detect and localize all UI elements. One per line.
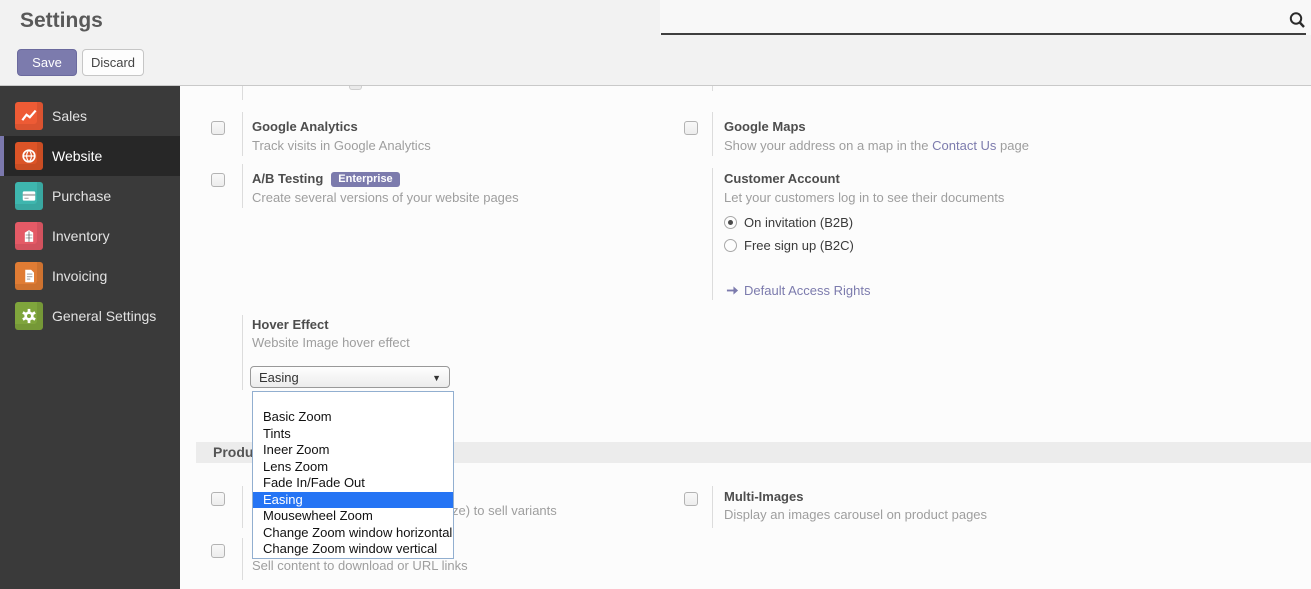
scroll-remnant-checkbox [349,86,362,90]
multi-images-checkbox[interactable] [684,492,698,506]
radio-button-icon[interactable] [724,239,737,252]
block-separator [242,164,243,208]
block-separator [712,168,713,300]
dropdown-option[interactable]: Basic Zoom [253,409,453,426]
dropdown-option[interactable]: Change Zoom window horizontal [253,525,453,542]
arrow-right-icon [726,284,739,297]
ab-testing-description: Create several versions of your website … [252,190,519,205]
sidebar-item-inventory[interactable]: Inventory [0,216,180,256]
title-text: A/B Testing [252,171,323,186]
purchase-card-icon [15,182,43,210]
invoicing-document-icon [15,262,43,290]
top-header: Settings Save Discard [0,0,1311,86]
discard-button[interactable]: Discard [82,49,144,76]
google-maps-checkbox[interactable] [684,121,698,135]
inventory-building-icon [15,222,43,250]
hover-effect-title: Hover Effect [252,317,329,332]
variants-checkbox[interactable] [211,492,225,506]
save-button[interactable]: Save [17,49,77,76]
settings-content: Google Analytics Track visits in Google … [180,86,1311,589]
block-separator [242,112,243,156]
block-separator [712,486,713,528]
sidebar-item-label: General Settings [52,308,156,324]
sidebar-item-invoicing[interactable]: Invoicing [0,256,180,296]
dropdown-option[interactable]: Tints [253,426,453,443]
radio-free-signup[interactable]: Free sign up (B2C) [724,238,854,253]
description-text: Show your address on a map in the [724,138,932,153]
customer-account-title: Customer Account [724,171,840,186]
multi-images-description: Display an images carousel on product pa… [724,507,987,522]
default-access-rights-link[interactable]: Default Access Rights [726,283,870,298]
sidebar-item-label: Sales [52,108,87,124]
chevron-down-icon: ▼ [432,373,441,383]
radio-on-invitation[interactable]: On invitation (B2B) [724,215,853,230]
sidebar-item-label: Inventory [52,228,110,244]
google-maps-title: Google Maps [724,119,806,134]
description-text: page [996,138,1029,153]
radio-label: Free sign up (B2C) [744,238,854,253]
google-analytics-checkbox[interactable] [211,121,225,135]
ab-testing-title: A/B Testing Enterprise [252,171,400,188]
block-separator [242,486,243,528]
sidebar-item-label: Purchase [52,188,111,204]
search-bar [660,0,1311,35]
website-globe-icon [15,142,43,170]
select-value: Easing [259,370,299,385]
dropdown-option[interactable]: Lens Zoom [253,459,453,476]
ab-testing-checkbox[interactable] [211,173,225,187]
product-section-heading: Produ [213,444,253,460]
sidebar-item-website[interactable]: Website [0,136,180,176]
digital-content-description: Sell content to download or URL links [252,558,468,573]
dropdown-option-highlighted[interactable]: Easing [253,492,453,509]
dropdown-option[interactable]: Ineer Zoom [253,442,453,459]
hover-effect-dropdown-list: Basic Zoom Tints Ineer Zoom Lens Zoom Fa… [252,391,454,559]
radio-label: On invitation (B2B) [744,215,853,230]
sidebar-item-general-settings[interactable]: General Settings [0,296,180,336]
scroll-remnant-separator [242,86,243,100]
digital-content-checkbox[interactable] [211,544,225,558]
google-maps-description: Show your address on a map in the Contac… [724,138,1029,153]
sales-chart-icon [15,102,43,130]
hover-effect-select[interactable]: Easing ▼ [250,366,450,388]
sidebar-item-purchase[interactable]: Purchase [0,176,180,216]
contact-us-link[interactable]: Contact Us [932,138,996,153]
app-sidebar: Sales Website Purchase [0,86,180,589]
block-separator [242,315,243,390]
google-analytics-description: Track visits in Google Analytics [252,138,431,153]
search-icon[interactable] [1288,11,1306,29]
block-separator [242,538,243,580]
enterprise-badge: Enterprise [331,172,399,187]
link-label: Default Access Rights [744,283,870,298]
dropdown-option[interactable]: Change Zoom window vertical [253,541,453,558]
page-title: Settings [20,9,103,33]
dropdown-option[interactable]: Fade In/Fade Out [253,475,453,492]
sidebar-item-sales[interactable]: Sales [0,96,180,136]
dropdown-option[interactable]: Mousewheel Zoom [253,508,453,525]
search-underline [661,33,1306,35]
dropdown-option-empty[interactable] [253,392,453,409]
google-analytics-title: Google Analytics [252,119,358,134]
radio-button-icon[interactable] [724,216,737,229]
sidebar-item-label: Invoicing [52,268,107,284]
variants-description-fragment: ze) to sell variants [452,503,557,518]
scroll-remnant-separator [712,86,713,91]
customer-account-description: Let your customers log in to see their d… [724,190,1004,205]
sidebar-item-label: Website [52,148,102,164]
gear-icon [15,302,43,330]
hover-effect-description: Website Image hover effect [252,335,410,350]
multi-images-title: Multi-Images [724,489,803,504]
block-separator [712,112,713,156]
